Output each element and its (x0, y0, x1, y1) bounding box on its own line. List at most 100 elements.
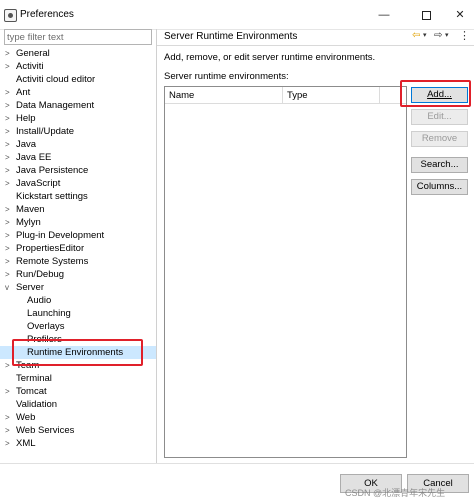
collapsed-arrow-icon[interactable]: > (5, 60, 15, 73)
tree-item[interactable]: > Install/Update (0, 125, 156, 138)
tree-item-label: Run/Debug (16, 269, 65, 280)
tree-item[interactable]: > Java (0, 138, 156, 151)
tree-item[interactable]: > Help (0, 112, 156, 125)
tree-item[interactable]: > Java Persistence (0, 164, 156, 177)
collapsed-arrow-icon[interactable]: > (5, 242, 15, 255)
tree-item-label: Plug-in Development (16, 230, 105, 241)
collapsed-arrow-icon[interactable]: > (5, 255, 15, 268)
collapsed-arrow-icon[interactable]: > (5, 203, 15, 216)
tree-item-label: PropertiesEditor (16, 243, 85, 254)
runtime-list-label: Server runtime environments: (164, 71, 289, 82)
tree-item-label: Kickstart settings (16, 191, 88, 202)
close-button[interactable]: ✕ (452, 7, 468, 23)
tree-item-label: Ant (16, 87, 31, 98)
minimize-button[interactable]: — (376, 7, 392, 23)
tree-item-label: Web Services (16, 425, 75, 436)
tree-item-label: XML (16, 438, 36, 449)
preference-tree: > General > Activiti Activiti cloud editor > A… (0, 45, 156, 463)
collapsed-arrow-icon[interactable]: > (5, 125, 15, 138)
collapsed-arrow-icon[interactable]: > (5, 385, 15, 398)
title-bar: Preferences — ✕ (0, 0, 474, 30)
edit-button: Edit... (411, 109, 468, 125)
page-description: Add, remove, or edit server runtime envi… (164, 52, 376, 63)
tree-item-label: Mylyn (16, 217, 41, 228)
collapsed-arrow-icon[interactable]: > (5, 411, 15, 424)
collapsed-arrow-icon[interactable]: > (5, 229, 15, 242)
collapsed-arrow-icon[interactable]: > (5, 177, 15, 190)
watermark: CSDN @北漂青年宋先生 (345, 488, 446, 498)
collapsed-arrow-icon[interactable]: > (5, 268, 15, 281)
tree-item-label: JavaScript (16, 178, 61, 189)
tree-item[interactable]: > Java EE (0, 151, 156, 164)
tree-item[interactable]: > Tomcat (0, 385, 156, 398)
columns-button[interactable]: Columns... (411, 179, 468, 195)
collapsed-arrow-icon[interactable]: > (5, 99, 15, 112)
app-icon (4, 9, 17, 22)
tree-item[interactable]: > General (0, 47, 156, 60)
sash-divider[interactable] (156, 29, 157, 463)
tree-item-label: Activiti cloud editor (16, 74, 96, 85)
tree-item-label: Install/Update (16, 126, 75, 137)
tree-item[interactable]: > Web (0, 411, 156, 424)
forward-arrow-icon[interactable]: ⇨ (434, 30, 442, 41)
tree-item[interactable]: v Server (0, 281, 156, 294)
tree-item-label: Help (16, 113, 36, 124)
tree-item[interactable]: > Mylyn (0, 216, 156, 229)
view-menu-icon[interactable]: ⋮ (459, 29, 470, 42)
column-header-name[interactable]: Name (165, 87, 283, 104)
page-title: Server Runtime Environments (164, 31, 298, 42)
tree-item[interactable]: Kickstart settings (0, 190, 156, 203)
remove-button: Remove (411, 131, 468, 147)
back-dropdown-icon[interactable]: ▾ (423, 31, 427, 39)
back-arrow-icon[interactable]: ⇦ (412, 30, 420, 41)
tree-item-label: Server (16, 282, 44, 293)
tree-item[interactable]: Launching (0, 307, 156, 320)
tree-item[interactable]: > XML (0, 437, 156, 450)
collapsed-arrow-icon[interactable]: > (5, 47, 15, 60)
column-header-type[interactable]: Type (283, 87, 380, 104)
collapsed-arrow-icon[interactable]: > (5, 151, 15, 164)
tree-item-label: Java Persistence (16, 165, 89, 176)
maximize-button[interactable] (418, 7, 434, 23)
tree-item-label: Data Management (16, 100, 95, 111)
filter-input[interactable] (4, 29, 152, 45)
tree-item[interactable]: > Data Management (0, 99, 156, 112)
tree-item[interactable]: Terminal (0, 372, 156, 385)
collapsed-arrow-icon[interactable]: > (5, 424, 15, 437)
tree-item-label: Java (16, 139, 37, 150)
tree-item-label: Java EE (16, 152, 52, 163)
tree-item-label: Audio (27, 295, 52, 306)
tree-item[interactable]: Overlays (0, 320, 156, 333)
tree-item[interactable]: > JavaScript (0, 177, 156, 190)
tree-item-label: Remote Systems (16, 256, 89, 267)
tree-item-label: Terminal (16, 373, 52, 384)
tree-item[interactable]: Activiti cloud editor (0, 73, 156, 86)
page-header: Server Runtime Environments ⇦ ▾ ⇨ ▾ ⋮ (157, 29, 474, 46)
tree-item[interactable]: > Activiti (0, 60, 156, 73)
runtime-table[interactable]: Name Type (164, 86, 407, 458)
collapsed-arrow-icon[interactable]: > (5, 138, 15, 151)
collapsed-arrow-icon[interactable]: > (5, 86, 15, 99)
forward-dropdown-icon[interactable]: ▾ (445, 31, 449, 39)
add-highlight-box (400, 80, 471, 107)
tree-item[interactable]: > Remote Systems (0, 255, 156, 268)
tree-item-label: Maven (16, 204, 45, 215)
tree-item-label: Validation (16, 399, 58, 410)
tree-item-label: Launching (27, 308, 71, 319)
tree-item[interactable]: > Ant (0, 86, 156, 99)
collapsed-arrow-icon[interactable]: > (5, 216, 15, 229)
collapsed-arrow-icon[interactable]: > (5, 164, 15, 177)
tree-item[interactable]: Validation (0, 398, 156, 411)
tree-item[interactable]: > Web Services (0, 424, 156, 437)
tree-item[interactable]: > PropertiesEditor (0, 242, 156, 255)
collapsed-arrow-icon[interactable]: > (5, 112, 15, 125)
expanded-arrow-icon[interactable]: v (5, 281, 15, 294)
tree-item[interactable]: > Maven (0, 203, 156, 216)
collapsed-arrow-icon[interactable]: > (5, 437, 15, 450)
tree-item[interactable]: Audio (0, 294, 156, 307)
tree-item[interactable]: > Run/Debug (0, 268, 156, 281)
tree-item[interactable]: > Plug-in Development (0, 229, 156, 242)
runtime-environments-highlight-box (12, 339, 143, 366)
tree-item-label: Web (16, 412, 36, 423)
search-button[interactable]: Search... (411, 157, 468, 173)
